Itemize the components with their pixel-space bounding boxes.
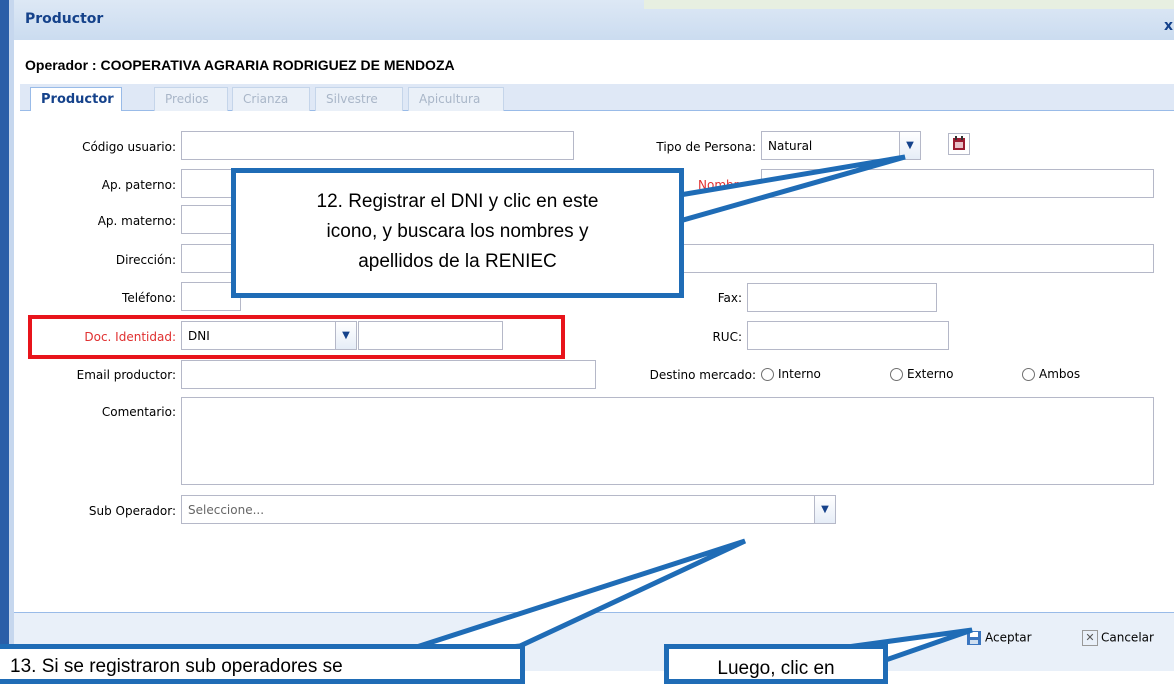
callout-13-text: 13. Si se registraron sub operadores se (10, 656, 343, 677)
callout-12-line3: apellidos de la RENIEC (358, 251, 557, 272)
callout-luego-text: Luego, clic en (717, 658, 835, 679)
callout-12-line2: icono, y buscara los nombres y (326, 221, 589, 242)
callout-luego: Luego, clic en (664, 644, 888, 684)
callout-pointers (369, 154, 973, 665)
callout-step-13: 13. Si se registraron sub operadores se (0, 644, 525, 684)
callout-step-12: 12. Registrar el DNI y clic en este icon… (231, 168, 684, 298)
callout-12-line1: 12. Registrar el DNI y clic en este (316, 191, 599, 212)
